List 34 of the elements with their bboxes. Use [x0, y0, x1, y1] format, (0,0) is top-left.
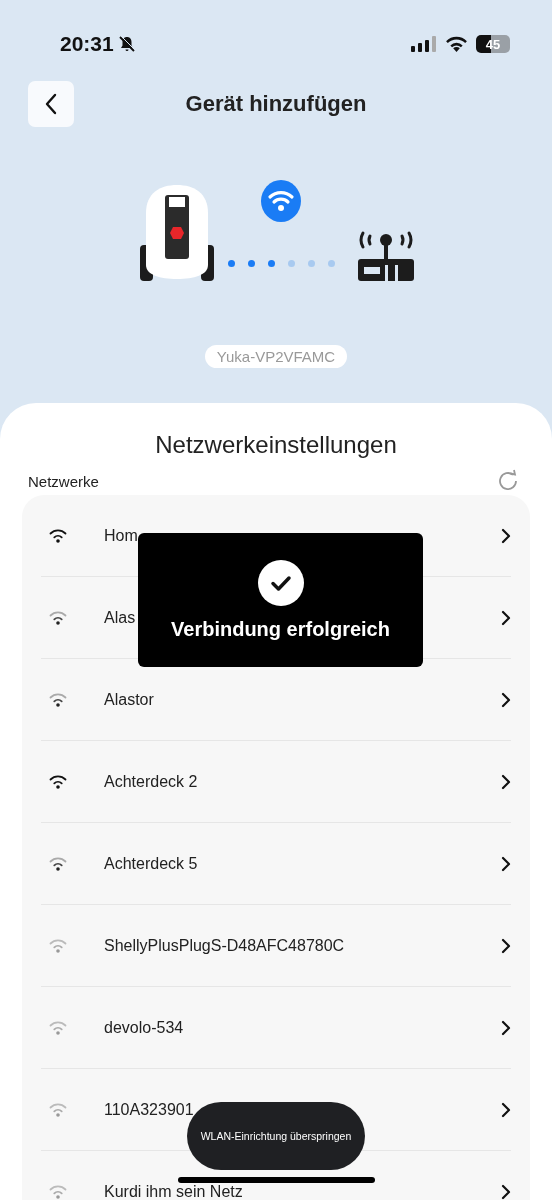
chevron-right-icon: [501, 691, 511, 708]
network-name: Hom: [104, 526, 139, 545]
wifi-badge-icon: [260, 180, 302, 222]
network-name: Achterdeck 5: [104, 854, 199, 873]
status-time: 20:31: [60, 32, 114, 56]
signal-icon: [411, 36, 437, 52]
chevron-right-icon: [501, 609, 511, 626]
network-row[interactable]: Achterdeck 5: [41, 823, 511, 905]
chevron-right-icon: [501, 773, 511, 790]
chevron-right-icon: [501, 937, 511, 954]
section-label: Netzwerke: [28, 472, 99, 490]
chevron-right-icon: [501, 1183, 511, 1200]
back-chevron-icon: [44, 93, 58, 115]
network-row[interactable]: Achterdeck 2: [41, 741, 511, 823]
checkmark-icon: [257, 559, 304, 606]
page-title: Gerät hinzufügen: [185, 91, 367, 117]
chevron-right-icon: [501, 527, 511, 544]
sheet-title: Netzwerkeinstellungen: [154, 431, 398, 459]
refresh-icon[interactable]: [496, 469, 520, 493]
network-name: Achterdeck 2: [104, 772, 199, 791]
network-name: Alas: [104, 608, 137, 627]
chevron-right-icon: [501, 855, 511, 872]
toast-message: Verbindung erfolgreich: [171, 617, 390, 641]
chevron-right-icon: [501, 1019, 511, 1036]
network-name: devolo-534: [104, 1018, 185, 1037]
back-button[interactable]: [28, 81, 74, 127]
network-name: Kurdi ihm sein Netz: [104, 1182, 244, 1200]
network-row[interactable]: devolo-534: [41, 987, 511, 1069]
network-name: Alastor: [104, 690, 155, 709]
network-row[interactable]: ShellyPlusPlugS-D48AFC48780C: [41, 905, 511, 987]
device-name-tag: Yuka-VP2VFAMC: [204, 345, 348, 368]
wifi-icon: [445, 35, 468, 53]
chevron-right-icon: [501, 1101, 511, 1118]
network-name: ShellyPlusPlugS-D48AFC48780C: [104, 936, 346, 955]
